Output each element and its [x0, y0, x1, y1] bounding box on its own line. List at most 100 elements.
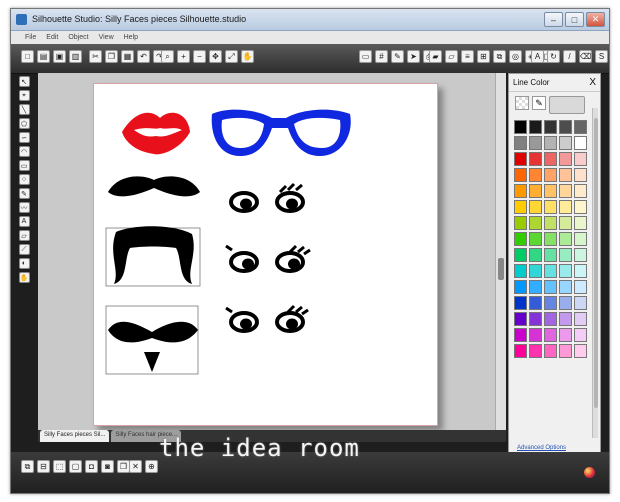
cut-settings-icon[interactable]: ✎ [391, 50, 404, 63]
color-swatch[interactable] [559, 312, 572, 326]
color-swatch[interactable] [559, 296, 572, 310]
color-swatch[interactable] [544, 216, 557, 230]
color-swatch[interactable] [574, 296, 587, 310]
color-swatch[interactable] [529, 296, 542, 310]
color-swatch[interactable] [514, 344, 527, 358]
arc-tool-icon[interactable]: ◠ [18, 146, 30, 157]
page-setup-icon[interactable]: ▭ [359, 50, 372, 63]
color-swatch[interactable] [544, 232, 557, 246]
make-compound-path-icon[interactable]: ◘ [85, 460, 98, 473]
menu-object[interactable]: Object [68, 34, 88, 41]
color-swatch[interactable] [529, 136, 542, 150]
store-icon[interactable]: S [595, 50, 608, 63]
color-swatch[interactable] [574, 120, 587, 134]
select-tool-icon[interactable]: ↖ [18, 76, 30, 87]
color-swatch[interactable] [574, 152, 587, 166]
paste-icon[interactable]: ▦ [121, 50, 134, 63]
maximize-button[interactable]: □ [565, 12, 584, 27]
zoom-in-icon[interactable]: + [177, 50, 190, 63]
send-icon[interactable]: ➤ [407, 50, 420, 63]
color-swatch[interactable] [559, 248, 572, 262]
zoom-out-icon[interactable]: − [193, 50, 206, 63]
ellipse-tool-icon[interactable]: ○ [18, 174, 30, 185]
new-file-icon[interactable]: □ [21, 50, 34, 63]
color-swatch[interactable] [574, 328, 587, 342]
fit-page-icon[interactable]: ⤢ [225, 50, 238, 63]
color-swatch[interactable] [529, 216, 542, 230]
color-swatch[interactable] [529, 312, 542, 326]
color-swatch[interactable] [559, 328, 572, 342]
knife-icon[interactable]: / [563, 50, 576, 63]
knife-tool-icon[interactable]: ⟋ [18, 244, 30, 255]
color-swatch[interactable] [559, 136, 572, 150]
color-swatch[interactable] [574, 312, 587, 326]
fill-color-icon[interactable]: ▰ [429, 50, 442, 63]
freehand-tool-icon[interactable]: ✎ [18, 188, 30, 199]
line-color-icon[interactable]: ▱ [445, 50, 458, 63]
align-icon[interactable]: ⊞ [477, 50, 490, 63]
color-swatch[interactable] [514, 168, 527, 182]
color-swatch[interactable] [544, 120, 557, 134]
menu-help[interactable]: Help [124, 34, 138, 41]
pan-icon[interactable]: ✥ [209, 50, 222, 63]
color-swatch[interactable] [574, 248, 587, 262]
color-swatch[interactable] [544, 248, 557, 262]
color-swatch[interactable] [559, 264, 572, 278]
deselect-icon[interactable]: ▢ [69, 460, 82, 473]
color-swatch[interactable] [559, 120, 572, 134]
paint-tool-icon[interactable]: ◐ [18, 258, 30, 269]
canvas-scrollbar[interactable] [495, 73, 506, 438]
color-swatch[interactable] [574, 264, 587, 278]
color-swatch[interactable] [559, 280, 572, 294]
panel-close-icon[interactable]: X [589, 77, 596, 88]
color-swatch[interactable] [529, 344, 542, 358]
group-icon[interactable]: ⧉ [21, 460, 34, 473]
eraser-icon[interactable]: ⌫ [579, 50, 592, 63]
menu-edit[interactable]: Edit [46, 34, 58, 41]
curve-tool-icon[interactable]: ∽ [18, 132, 30, 143]
color-swatch[interactable] [514, 328, 527, 342]
color-swatch[interactable] [529, 264, 542, 278]
color-swatch[interactable] [574, 344, 587, 358]
offset-icon[interactable]: ◎ [509, 50, 522, 63]
rectangle-tool-icon[interactable]: ▭ [18, 160, 30, 171]
color-swatch[interactable] [514, 232, 527, 246]
color-swatch[interactable] [574, 200, 587, 214]
color-swatch[interactable] [529, 232, 542, 246]
text-style-icon[interactable]: A [531, 50, 544, 63]
color-swatch[interactable] [574, 232, 587, 246]
eraser-tool-icon[interactable]: ▱ [18, 230, 30, 241]
minimize-button[interactable]: – [544, 12, 563, 27]
color-swatch[interactable] [544, 328, 557, 342]
menu-view[interactable]: View [99, 34, 114, 41]
scrollbar-grip[interactable] [498, 258, 504, 280]
color-swatch[interactable] [529, 120, 542, 134]
select-all-icon[interactable]: ⬚ [53, 460, 66, 473]
no-color-swatch[interactable] [515, 96, 529, 110]
color-swatch[interactable] [559, 152, 572, 166]
color-swatch[interactable] [559, 200, 572, 214]
edit-points-icon[interactable]: ⌖ [18, 90, 30, 101]
color-swatch[interactable] [544, 184, 557, 198]
color-swatch[interactable] [574, 280, 587, 294]
library-icon[interactable]: ▥ [69, 50, 82, 63]
color-swatch[interactable] [514, 136, 527, 150]
color-swatch[interactable] [514, 264, 527, 278]
color-swatch[interactable] [544, 344, 557, 358]
color-swatch[interactable] [529, 200, 542, 214]
cut-icon[interactable]: ✂ [89, 50, 102, 63]
color-swatch[interactable] [559, 168, 572, 182]
text-tool-icon[interactable]: A [18, 216, 30, 227]
color-swatch[interactable] [574, 136, 587, 150]
color-swatch[interactable] [529, 152, 542, 166]
advanced-options-link[interactable]: Advanced Options [517, 445, 566, 451]
replicate-icon[interactable]: ⧉ [493, 50, 506, 63]
undo-icon[interactable]: ↶ [137, 50, 150, 63]
menu-file[interactable]: File [25, 34, 36, 41]
line-style-icon[interactable]: ≡ [461, 50, 474, 63]
color-swatch[interactable] [544, 312, 557, 326]
weld-icon[interactable]: ⊕ [145, 460, 158, 473]
color-swatch[interactable] [559, 232, 572, 246]
color-swatch[interactable] [544, 168, 557, 182]
pencil-icon[interactable]: ✎ [532, 96, 546, 110]
